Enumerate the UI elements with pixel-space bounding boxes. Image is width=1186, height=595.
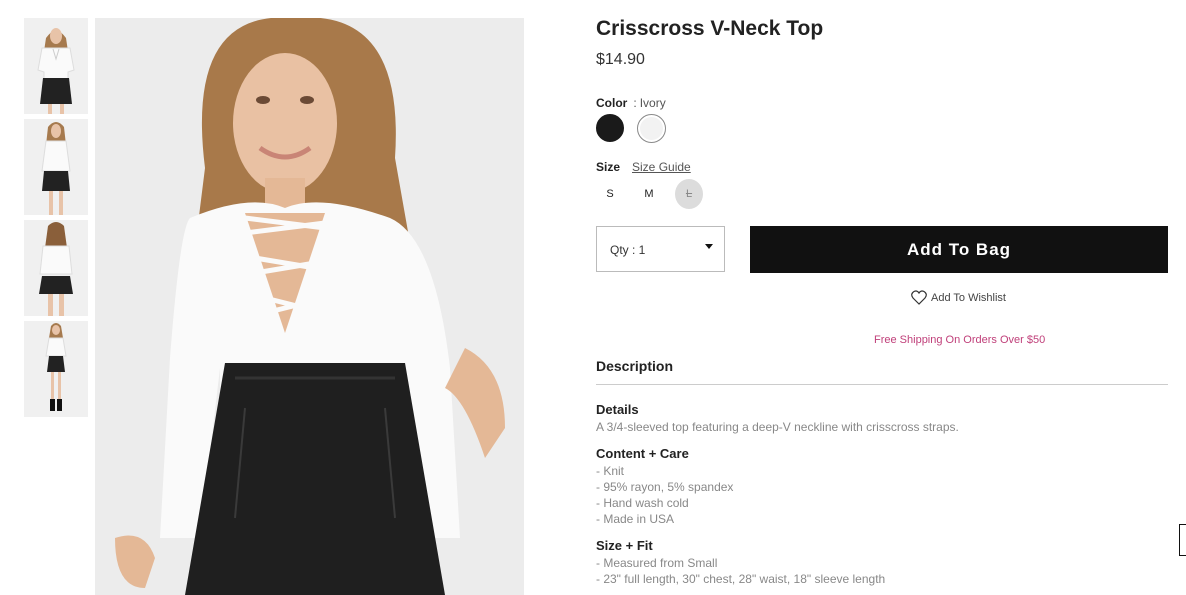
side-tab-button[interactable] xyxy=(1179,524,1186,556)
thumbnail-side[interactable] xyxy=(24,119,88,215)
add-to-bag-button[interactable]: Add To Bag xyxy=(750,226,1168,273)
shipping-note: Free Shipping On Orders Over $50 xyxy=(874,334,1046,346)
chevron-down-icon xyxy=(705,244,713,249)
color-swatch-ivory[interactable] xyxy=(637,114,666,143)
content-care-line: - Made in USA xyxy=(596,512,675,526)
color-selector-label: Color: Ivory xyxy=(596,96,666,110)
content-care-line: - Knit xyxy=(596,464,625,478)
content-care-line: - 95% rayon, 5% spandex xyxy=(596,480,734,494)
size-option-s[interactable]: S xyxy=(596,179,624,209)
size-fit-line: - Measured from Small xyxy=(596,556,718,570)
heart-icon xyxy=(911,290,927,305)
size-label: Size xyxy=(596,160,621,174)
details-heading: Details xyxy=(596,402,639,417)
thumbnail-back[interactable] xyxy=(24,220,88,316)
content-care-heading: Content + Care xyxy=(596,446,689,461)
product-title: Crisscross V-Neck Top xyxy=(596,17,824,40)
add-to-wishlist-link[interactable]: Add To Wishlist xyxy=(911,290,1006,305)
color-swatch-black[interactable] xyxy=(596,114,624,142)
selected-color-name: Ivory xyxy=(639,96,666,110)
thumbnail-front[interactable] xyxy=(24,18,88,114)
details-text: A 3/4-sleeved top featuring a deep-V nec… xyxy=(596,420,959,434)
size-fit-heading: Size + Fit xyxy=(596,538,653,553)
product-price: $14.90 xyxy=(596,51,645,68)
divider xyxy=(596,384,1168,385)
description-heading: Description xyxy=(596,358,674,374)
color-separator: : xyxy=(633,96,637,110)
thumbnail-gallery xyxy=(24,18,88,422)
main-product-image[interactable] xyxy=(95,18,524,595)
content-care-line: - Hand wash cold xyxy=(596,496,689,510)
size-option-m[interactable]: M xyxy=(635,179,663,209)
size-selector-label: Size Size Guide xyxy=(596,160,691,174)
size-option-l[interactable]: L xyxy=(675,179,703,209)
quantity-value: Qty : 1 xyxy=(610,243,646,257)
thumbnail-full[interactable] xyxy=(24,321,88,417)
quantity-select[interactable]: Qty : 1 xyxy=(596,226,725,272)
size-fit-line: - 23" full length, 30" chest, 28" waist,… xyxy=(596,572,886,586)
wishlist-label: Add To Wishlist xyxy=(931,291,1006,304)
color-label: Color xyxy=(596,96,628,110)
size-guide-link[interactable]: Size Guide xyxy=(632,160,691,174)
